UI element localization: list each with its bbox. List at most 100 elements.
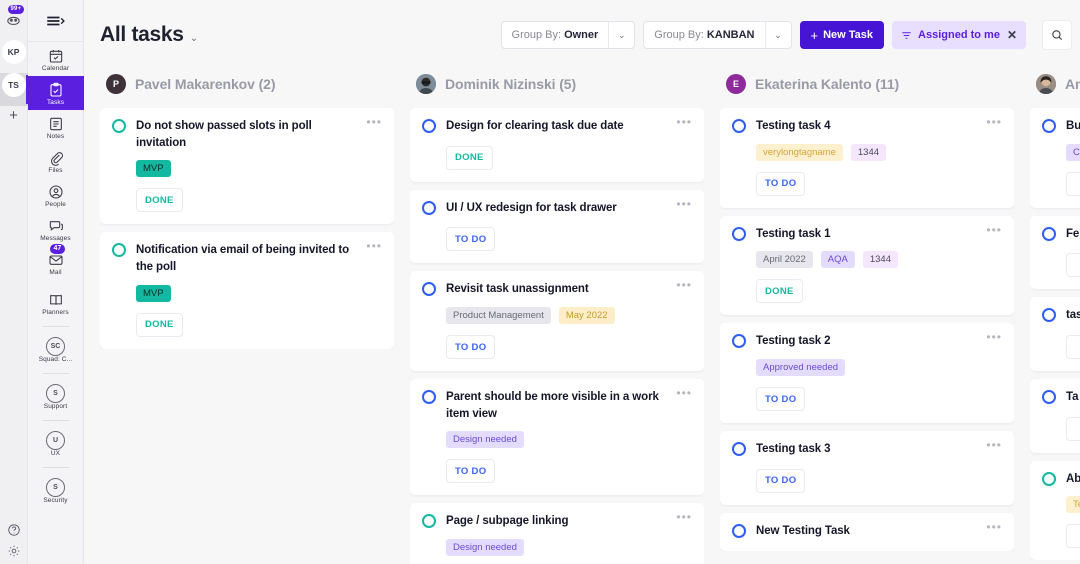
task-complete-toggle[interactable] [1042, 119, 1056, 133]
tag[interactable]: May 2022 [558, 307, 615, 325]
card-overflow-menu-icon[interactable]: ••• [676, 198, 692, 210]
task-card[interactable]: Ta T [1030, 379, 1080, 453]
task-card[interactable]: Fe D [1030, 215, 1080, 290]
task-complete-toggle[interactable] [422, 119, 436, 133]
card-overflow-menu-icon[interactable]: ••• [676, 279, 692, 291]
status-badge[interactable]: DONE [136, 312, 183, 337]
tag[interactable]: AQA [820, 251, 855, 269]
task-card[interactable]: Revisit task unassignment ••• Product Ma… [410, 271, 704, 372]
page-title-group[interactable]: All tasks ⌄ [100, 23, 198, 47]
task-complete-toggle[interactable] [422, 514, 436, 529]
tag[interactable]: Design needed [446, 431, 524, 449]
task-card[interactable]: New Testing Task ••• [720, 512, 1014, 552]
task-complete-toggle[interactable] [422, 200, 436, 215]
task-complete-toggle[interactable] [732, 334, 746, 349]
card-overflow-menu-icon[interactable]: ••• [986, 224, 1002, 236]
task-card[interactable]: Testing task 4 ••• verylongtagname 1344 … [720, 108, 1014, 208]
sidebar-item-messages[interactable]: Messages [28, 212, 84, 246]
tag[interactable]: Approved needed [756, 359, 846, 377]
card-overflow-menu-icon[interactable]: ••• [986, 116, 1002, 128]
sidebar-space-security[interactable]: S Security [28, 474, 84, 508]
card-overflow-menu-icon[interactable]: ••• [986, 521, 1002, 533]
task-complete-toggle[interactable] [422, 282, 436, 297]
chevron-down-icon[interactable]: ⌄ [608, 22, 634, 48]
sidebar-space-squad-c[interactable]: SC Squad: C... [28, 333, 84, 367]
task-card[interactable]: UI / UX redesign for task drawer ••• TO … [410, 189, 704, 264]
sidebar-item-tasks[interactable]: Tasks [27, 76, 84, 110]
add-workspace-button[interactable]: + [9, 108, 18, 123]
sidebar-item-mail[interactable]: 47 Mail [28, 244, 84, 280]
sidebar-space-ux[interactable]: U UX [28, 427, 84, 461]
card-overflow-menu-icon[interactable]: ••• [366, 116, 382, 128]
sidebar-item-planners[interactable]: Planners [28, 286, 84, 320]
status-badge[interactable]: TO DO [446, 459, 496, 484]
status-badge[interactable]: D [1066, 253, 1080, 278]
card-overflow-menu-icon[interactable]: ••• [676, 387, 692, 399]
search-button[interactable] [1042, 20, 1072, 50]
card-overflow-menu-icon[interactable]: ••• [676, 116, 692, 128]
chevron-down-icon[interactable]: ⌄ [764, 22, 791, 48]
kanban-board[interactable]: P Pavel Makarenkov (2) Do not show passe… [84, 70, 1080, 564]
task-card[interactable]: Bu C- D [1030, 108, 1080, 208]
tag[interactable]: C- [1066, 143, 1080, 161]
task-complete-toggle[interactable] [732, 523, 746, 538]
tag[interactable]: MVP [136, 284, 171, 302]
new-task-button[interactable]: + New Task [799, 21, 885, 49]
card-overflow-menu-icon[interactable]: ••• [986, 439, 1002, 451]
tag[interactable]: MVP [136, 160, 171, 178]
status-badge[interactable]: DONE [136, 188, 183, 213]
tag[interactable]: 1344 [862, 251, 898, 269]
tag[interactable]: Product Management [446, 307, 551, 325]
status-badge[interactable]: TO DO [446, 227, 496, 252]
status-badge[interactable]: DONE [446, 145, 493, 170]
task-card[interactable]: Testing task 2 ••• Approved needed TO DO [720, 323, 1014, 424]
close-icon[interactable]: ✕ [1007, 28, 1017, 42]
sidebar-item-files[interactable]: Files [28, 144, 84, 178]
status-badge[interactable]: TO DO [756, 387, 806, 412]
tag[interactable]: Design needed [446, 539, 524, 557]
task-card[interactable]: Testing task 1 ••• April 2022 AQA 1344 D… [720, 215, 1014, 316]
task-complete-toggle[interactable] [1042, 390, 1056, 405]
status-badge[interactable]: T [1066, 335, 1080, 360]
column-header[interactable]: E Ekaterina Kalento (11) [720, 70, 1014, 108]
status-badge[interactable]: T [1066, 524, 1080, 549]
column-header[interactable]: Dominik Nizinski (5) [410, 70, 704, 108]
task-complete-toggle[interactable] [112, 243, 126, 258]
card-overflow-menu-icon[interactable]: ••• [676, 511, 692, 523]
group-by-kanban-select[interactable]: Group By: KANBAN ⌄ [643, 21, 792, 49]
card-overflow-menu-icon[interactable]: ••• [366, 240, 382, 252]
sidebar-item-calendar[interactable]: Calendar [28, 42, 84, 76]
group-by-owner-select[interactable]: Group By: Owner ⌄ [500, 21, 636, 49]
tag[interactable]: verylongtagname [756, 143, 843, 161]
card-overflow-menu-icon[interactable]: ••• [986, 331, 1002, 343]
sidebar-item-people[interactable]: People [28, 178, 84, 212]
tag[interactable]: April 2022 [756, 251, 813, 269]
task-card[interactable]: Design for clearing task due date ••• DO… [410, 108, 704, 182]
column-header[interactable]: Ana [1030, 70, 1080, 108]
column-header[interactable]: P Pavel Makarenkov (2) [100, 70, 394, 108]
task-card[interactable]: Parent should be more visible in a work … [410, 379, 704, 496]
task-complete-toggle[interactable] [1042, 226, 1056, 241]
task-card[interactable]: Do not show passed slots in poll invitat… [100, 108, 394, 225]
workspace-ts[interactable]: TS [0, 73, 29, 106]
task-complete-toggle[interactable] [112, 119, 126, 133]
status-badge[interactable]: T [1066, 416, 1080, 441]
workspace-kp[interactable]: KP [0, 40, 28, 73]
task-card[interactable]: Page / subpage linking ••• Design needed… [410, 503, 704, 564]
status-badge[interactable]: D [1066, 171, 1080, 196]
task-complete-toggle[interactable] [732, 442, 746, 457]
task-card[interactable]: tas T [1030, 297, 1080, 372]
assigned-to-me-filter-chip[interactable]: Assigned to me ✕ [892, 21, 1026, 49]
status-badge[interactable]: TO DO [756, 468, 806, 493]
task-complete-toggle[interactable] [732, 226, 746, 241]
tag[interactable]: 1344 [850, 143, 887, 161]
status-badge[interactable]: TO DO [756, 171, 806, 196]
task-card[interactable]: Ab Te T [1030, 460, 1080, 561]
task-complete-toggle[interactable] [1042, 308, 1056, 323]
task-complete-toggle[interactable] [1042, 471, 1056, 486]
task-complete-toggle[interactable] [732, 119, 746, 133]
status-badge[interactable]: DONE [756, 279, 803, 304]
task-complete-toggle[interactable] [422, 390, 436, 405]
help-circle-icon[interactable] [7, 523, 21, 537]
sidebar-toggle-button[interactable] [28, 0, 83, 42]
